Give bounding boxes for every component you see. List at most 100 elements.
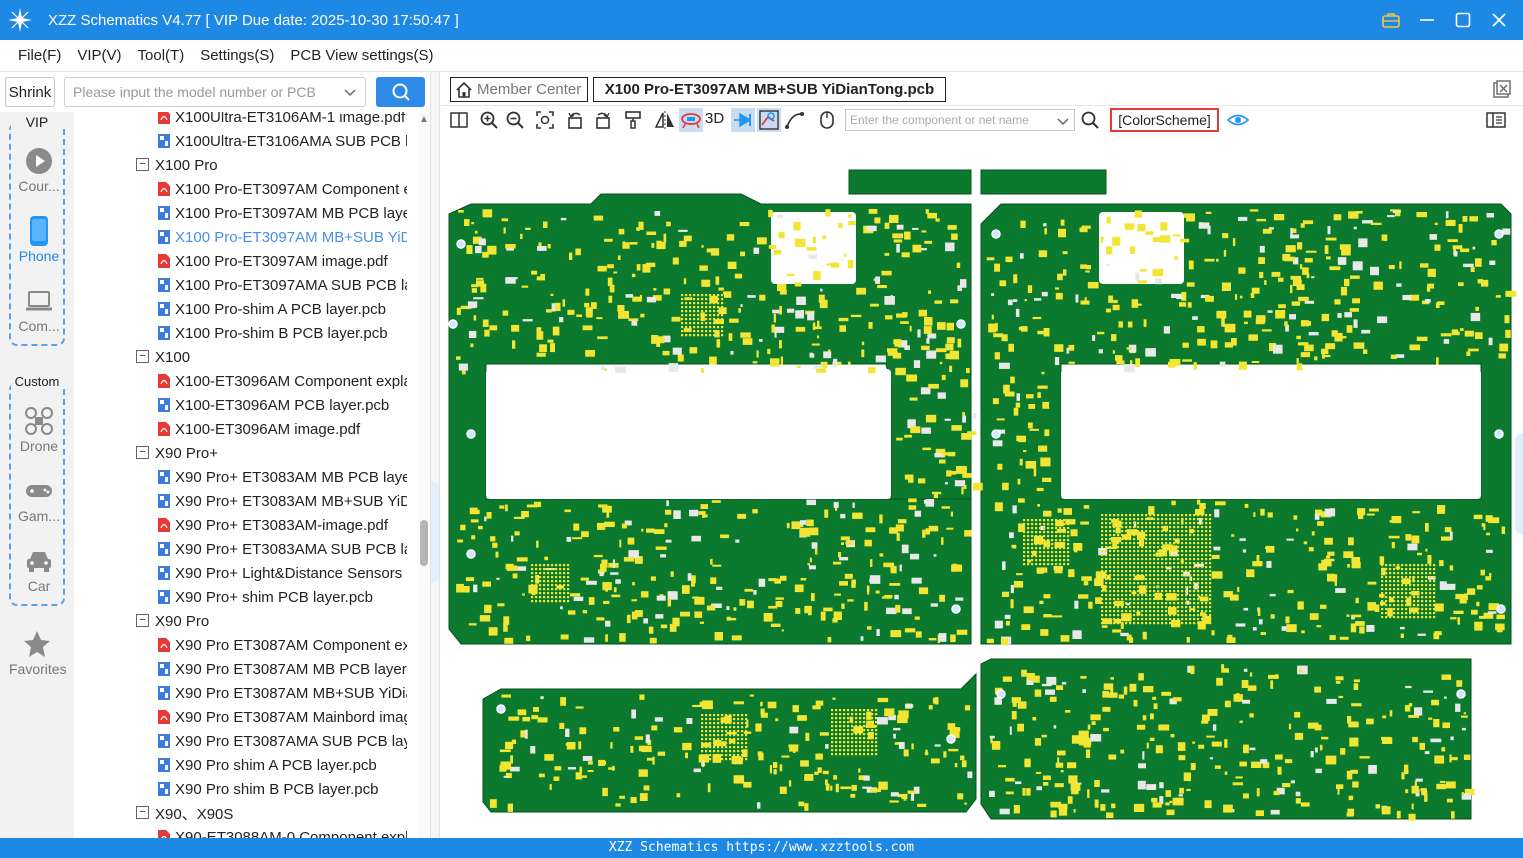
tree-file[interactable]: X100Ultra-ET3106AMA SUB PCB la [74, 129, 418, 153]
tree-file[interactable]: X90 Pro ET3087AMA SUB PCB laye [74, 729, 418, 753]
status-bar: XZZ Schematics https://www.xzztools.com [0, 838, 1523, 858]
collapse-handle[interactable] [431, 482, 439, 582]
pcb-bga-pad [1177, 526, 1180, 529]
rail-item-car[interactable]: Car [11, 544, 67, 594]
pcb-component [1404, 705, 1411, 712]
tab-active-pcb[interactable]: X100 Pro-ET3097AM MB+SUB YiDianTong.pcb [593, 77, 946, 102]
tree-file[interactable]: X90 Pro+ Light&Distance Sensors : [74, 561, 418, 585]
tree-file[interactable]: X100-ET3096AM image.pdf [74, 417, 418, 441]
rail-item-drone[interactable]: Drone [11, 404, 67, 454]
search-button[interactable] [376, 77, 425, 107]
menu-pcb-view-settings[interactable]: PCB View settings(S) [290, 47, 433, 64]
tab-member-center[interactable]: Member Center [450, 77, 588, 102]
rail-item-computer[interactable]: Com... [11, 284, 67, 334]
tree-scrollbar[interactable]: ▲ [418, 112, 430, 838]
tree-file[interactable]: X90 Pro ET3087AM Mainbord imag [74, 705, 418, 729]
eye-icon[interactable] [1226, 108, 1250, 132]
rail-item-courses[interactable]: Cour... [11, 144, 67, 194]
collapse-toggle-icon[interactable]: − [136, 614, 149, 627]
tree-file[interactable]: X90 Pro shim A PCB layer.pcb [74, 753, 418, 777]
pcb-canvas[interactable] [441, 134, 1523, 838]
rail-item-games[interactable]: Gam... [11, 474, 67, 524]
paint-brush-icon[interactable] [621, 108, 645, 132]
pcb-component [579, 766, 583, 773]
tree-file[interactable]: X100 Pro-shim A PCB layer.pcb [74, 297, 418, 321]
pcb-component [503, 616, 510, 625]
mirror-icon[interactable] [653, 108, 677, 132]
shrink-button[interactable]: Shrink [5, 77, 55, 107]
pcb-component [1470, 267, 1475, 272]
measure-icon[interactable] [783, 108, 807, 132]
collapse-toggle-icon[interactable]: − [136, 350, 149, 363]
side-panel-icon[interactable] [1484, 108, 1508, 132]
model-search-input[interactable]: Please input the model number or PCB [64, 77, 366, 107]
pcb-component [964, 802, 967, 805]
tree-file[interactable]: X90 Pro+ shim PCB layer.pcb [74, 585, 418, 609]
tree-group[interactable]: − X90 Pro+ [74, 441, 418, 465]
tree-file[interactable]: X90-ET3088AM-0 Component expl [74, 825, 418, 838]
tree-file[interactable]: X100-ET3096AM PCB layer.pcb [74, 393, 418, 417]
tree-file[interactable]: X90 Pro+ ET3083AM MB PCB layer [74, 465, 418, 489]
tree-file[interactable]: X100 Pro-ET3097AM MB PCB layer [74, 201, 418, 225]
view-3d-button[interactable]: 3D [705, 110, 724, 127]
tree-file[interactable]: X100 Pro-ET3097AM Component e [74, 177, 418, 201]
tree-file[interactable]: X90 Pro ET3087AM Component ex [74, 633, 418, 657]
component-search-icon[interactable] [1078, 108, 1102, 132]
menu-tool[interactable]: Tool(T) [138, 47, 185, 64]
pcb-component [1427, 555, 1432, 564]
maximize-button[interactable] [1451, 8, 1475, 32]
briefcase-icon[interactable] [1379, 8, 1403, 32]
pcb-bga-pad [1043, 527, 1046, 530]
flip-board-icon[interactable] [679, 108, 703, 132]
rotate-left-icon[interactable] [563, 108, 587, 132]
tree-file[interactable]: X100Ultra-ET3106AM-1 image.pdf [74, 112, 418, 129]
tree-file[interactable]: X90 Pro+ ET3083AM MB+SUB YiDi [74, 489, 418, 513]
close-button[interactable] [1487, 8, 1511, 32]
tree-group[interactable]: − X100 [74, 345, 418, 369]
pcb-bga-pad [1189, 558, 1192, 561]
chevron-down-icon[interactable] [1056, 114, 1070, 131]
tree-group[interactable]: − X90、X90S [74, 801, 418, 825]
tree-file[interactable]: X90 Pro+ ET3083AM-image.pdf [74, 513, 418, 537]
tree-file[interactable]: X100 Pro-ET3097AM MB+SUB YiDi [74, 225, 418, 249]
fit-view-icon[interactable] [533, 108, 557, 132]
zoom-in-icon[interactable] [477, 108, 501, 132]
component-search-input[interactable]: Enter the component or net name [845, 109, 1075, 131]
close-all-tabs-icon[interactable] [1493, 80, 1511, 101]
menu-vip[interactable]: VIP(V) [77, 47, 121, 64]
color-scheme-button[interactable]: [ColorScheme] [1110, 108, 1219, 132]
tree-file[interactable]: X100 Pro-ET3097AM image.pdf [74, 249, 418, 273]
tree-file[interactable]: X100 Pro-shim B PCB layer.pcb [74, 321, 418, 345]
net-trace-icon[interactable] [757, 108, 781, 132]
menu-settings[interactable]: Settings(S) [200, 47, 274, 64]
tree-file[interactable]: X90 Pro+ ET3083AMA SUB PCB lay [74, 537, 418, 561]
rail-item-phone[interactable]: Phone [11, 214, 67, 264]
pcb-bga-pad [1101, 550, 1104, 553]
tree-group[interactable]: − X100 Pro [74, 153, 418, 177]
collapse-toggle-icon[interactable]: − [136, 158, 149, 171]
tree-group[interactable]: − X90 Pro [74, 609, 418, 633]
mouse-icon[interactable] [815, 108, 839, 132]
minimize-button[interactable] [1415, 8, 1439, 32]
menu-file[interactable]: File(F) [18, 47, 61, 64]
rotate-right-icon[interactable] [591, 108, 615, 132]
tree-file[interactable]: X90 Pro ET3087AM MB+SUB YiDia [74, 681, 418, 705]
split-view-icon[interactable] [447, 108, 471, 132]
panel-splitter[interactable] [430, 72, 440, 838]
pcb-component [1425, 299, 1431, 303]
rail-item-favorites[interactable]: Favorites [9, 627, 67, 677]
tree-file[interactable]: X90 Pro ET3087AM MB PCB layer.p [74, 657, 418, 681]
tree-file[interactable]: X100-ET3096AM Component expla [74, 369, 418, 393]
scrollbar-thumb[interactable] [420, 520, 428, 566]
collapse-toggle-icon[interactable]: − [136, 806, 149, 819]
collapse-toggle-icon[interactable]: − [136, 446, 149, 459]
pcb-board-view[interactable] [441, 134, 1523, 838]
pcb-component [706, 605, 716, 611]
pin-highlight-icon[interactable] [731, 108, 755, 132]
scroll-up-icon[interactable]: ▲ [419, 114, 429, 125]
tree-file[interactable]: X100 Pro-ET3097AMA SUB PCB lay [74, 273, 418, 297]
tree-file[interactable]: X90 Pro shim B PCB layer.pcb [74, 777, 418, 801]
canvas-side-handle[interactable] [1515, 434, 1523, 534]
zoom-out-icon[interactable] [503, 108, 527, 132]
chevron-down-icon[interactable] [343, 85, 357, 102]
